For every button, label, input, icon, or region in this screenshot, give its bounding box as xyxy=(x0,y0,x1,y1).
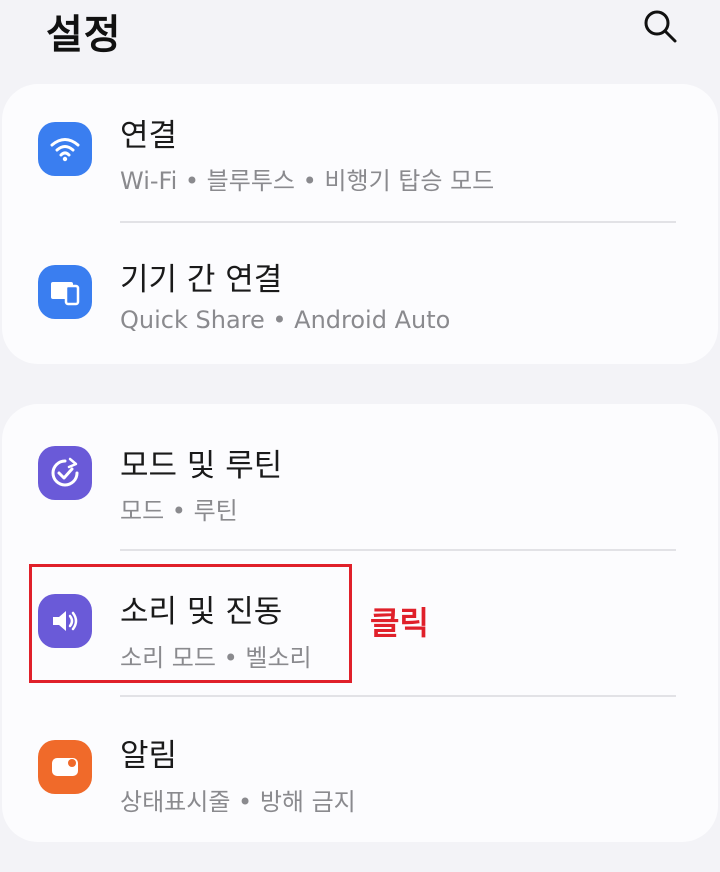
setting-notifications[interactable]: 알림 상태표시줄 • 방해 금지 xyxy=(2,696,718,842)
setting-connected-devices[interactable]: 기기 간 연결 Quick Share • Android Auto xyxy=(2,224,718,364)
settings-group-1: 연결 Wi-Fi • 블루투스 • 비행기 탑승 모드 기기 간 연결 Quic… xyxy=(2,84,718,364)
setting-modes-routines[interactable]: 모드 및 루틴 모드 • 루틴 xyxy=(2,404,718,550)
setting-sub: 모드 • 루틴 xyxy=(120,497,238,525)
divider xyxy=(120,221,676,223)
setting-label: 기기 간 연결 xyxy=(120,262,283,298)
setting-connections[interactable]: 연결 Wi-Fi • 블루투스 • 비행기 탑승 모드 xyxy=(2,84,718,224)
setting-sub: 상태표시줄 • 방해 금지 xyxy=(120,788,356,816)
click-annotation: 클릭 xyxy=(370,604,429,642)
search-button[interactable] xyxy=(640,6,680,46)
devices-icon xyxy=(38,265,92,319)
setting-label: 알림 xyxy=(120,738,178,774)
routine-check-icon xyxy=(38,446,92,500)
setting-sub: Wi-Fi • 블루투스 • 비행기 탑승 모드 xyxy=(120,167,495,195)
search-icon xyxy=(644,10,677,43)
page-title: 설정 xyxy=(46,12,122,58)
wifi-icon xyxy=(38,122,92,176)
app-header: 설정 xyxy=(0,0,720,70)
setting-sub: Quick Share • Android Auto xyxy=(120,306,451,334)
setting-label: 모드 및 루틴 xyxy=(120,448,283,484)
setting-label: 연결 xyxy=(120,118,178,154)
notification-icon xyxy=(38,740,92,794)
click-highlight-box xyxy=(29,564,352,683)
